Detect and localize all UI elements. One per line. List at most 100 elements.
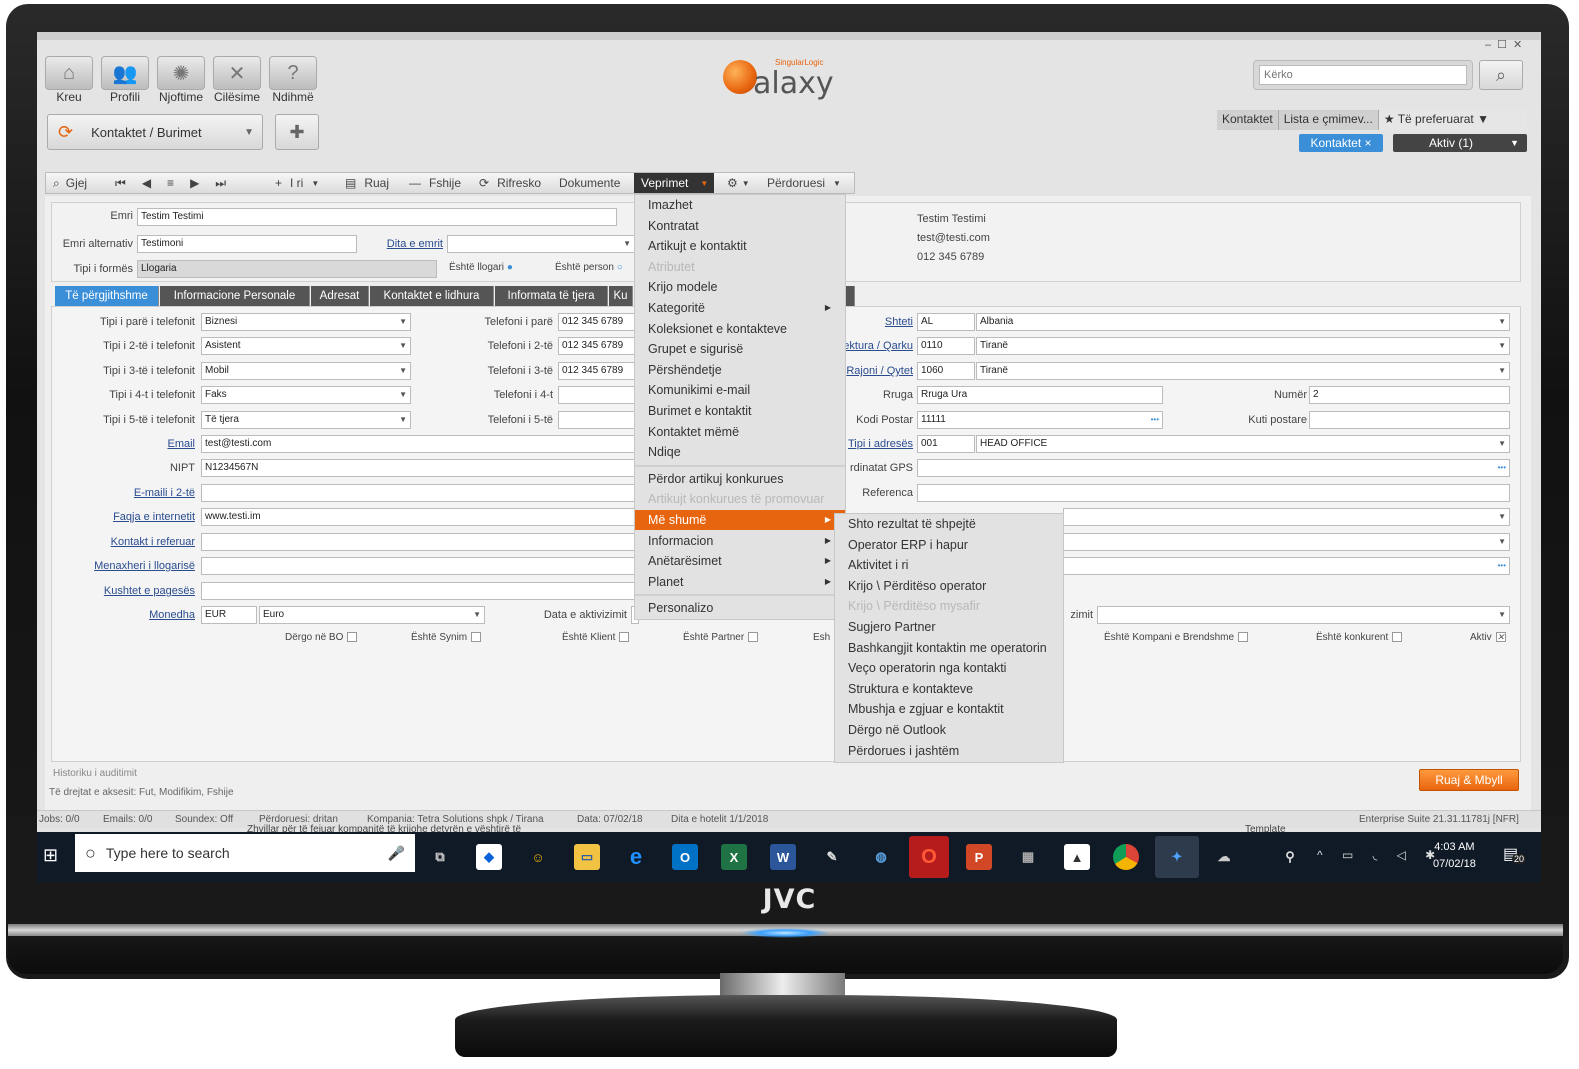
excel-icon[interactable]: X	[721, 844, 747, 870]
previous-record-icon[interactable]: ◀	[142, 176, 151, 190]
phone-type-2-select[interactable]: Asistent ▼	[201, 337, 411, 355]
save-close-button[interactable]: Ruaj & Mbyll	[1419, 769, 1519, 791]
menu-item-informacion[interactable]: Informacion ▶	[635, 531, 845, 551]
nameday-field[interactable]: ▼	[447, 235, 635, 253]
menu-item-imazhet[interactable]: Imazhet	[635, 195, 845, 215]
menu-item-artikujt-e-kontaktit[interactable]: Artikujt e kontaktit	[635, 236, 845, 256]
windows-start-icon[interactable]: ⊞	[43, 845, 65, 867]
active-checkbox[interactable]: Aktiv ✕	[1470, 632, 1506, 643]
paint-icon[interactable]: ✎	[819, 844, 845, 870]
save-button[interactable]: ▤ Ruaj	[345, 172, 389, 194]
find-button[interactable]: ⌕ Gjej	[53, 172, 87, 194]
reference-field[interactable]	[917, 484, 1510, 502]
number-field[interactable]: 2	[1309, 386, 1510, 404]
account-manager-label[interactable]: Menaxheri i llogarisë	[57, 560, 195, 572]
tab-general[interactable]: Të përgjithshme	[55, 286, 159, 306]
is-target-checkbox[interactable]: Është Synim	[411, 632, 482, 643]
dropbox-icon[interactable]: ◆	[476, 844, 502, 870]
powerpoint-icon[interactable]: P	[966, 844, 992, 870]
menu-item-bashkangjit-kontaktin-me-operatorin[interactable]: Bashkangjit kontaktin me operatorin	[835, 638, 1063, 658]
menu-item-krijo-modele[interactable]: Krijo modele	[635, 277, 845, 297]
menu-item-kategorite[interactable]: Kategoritë ▶	[635, 298, 845, 318]
app-icon[interactable]: ☺	[525, 844, 551, 870]
last-record-icon[interactable]: ⏭	[215, 176, 226, 191]
address-extra-3[interactable]: •••	[1063, 557, 1510, 575]
address-extra-1[interactable]: ▼	[1063, 508, 1510, 526]
country-code-field[interactable]: AL	[917, 313, 975, 331]
postal-code-field[interactable]: 11111 •••	[917, 411, 1163, 429]
is-partner-checkbox[interactable]: Është Partner	[683, 632, 759, 643]
opera-icon[interactable]: O	[909, 836, 949, 878]
currency-label[interactable]: Monedha	[57, 609, 195, 621]
menu-item-grupet-e-sigurise[interactable]: Grupet e sigurisë	[635, 339, 845, 359]
system-tray-icons[interactable]: ^ ▭ ◟ ◁ ✱	[1317, 848, 1443, 862]
plugin-button[interactable]: ✚	[275, 114, 319, 150]
nav-settings[interactable]: ✕ Cilësime	[213, 56, 261, 104]
active-windows-dropdown[interactable]: Aktiv (1) ▼	[1393, 134, 1527, 152]
menu-item-veco-operatorin-nga-kontakti[interactable]: Veço operatorin nga kontakti	[835, 658, 1063, 678]
clock[interactable]: 4:03 AM 07/02/18	[1433, 839, 1476, 873]
search-input[interactable]	[1259, 65, 1467, 85]
city-select[interactable]: Tiranë ▼	[976, 362, 1510, 380]
payment-terms-field[interactable]	[201, 582, 638, 600]
open-tab-contacts[interactable]: Kontaktet ×	[1299, 134, 1383, 152]
phone-type-4-select[interactable]: Faks ▼	[201, 386, 411, 404]
file-explorer-icon[interactable]: ▭	[574, 844, 600, 870]
menu-item-sugjero-partner[interactable]: Sugjero Partner	[835, 617, 1063, 637]
tab-addresses[interactable]: Adresat	[311, 286, 369, 306]
pobox-field[interactable]	[1309, 411, 1510, 429]
settings-app-icon[interactable]: ▦	[1015, 844, 1041, 870]
menu-item-me-shume[interactable]: Më shumë ▶	[635, 510, 845, 530]
name-field[interactable]: Testim Testimi	[137, 208, 617, 226]
user-dropdown[interactable]: Përdoruesi ▼	[767, 172, 841, 194]
refresh-button[interactable]: ⟳ Rifresko	[479, 172, 541, 194]
delete-button[interactable]: — Fshije	[409, 172, 461, 194]
settings-dropdown[interactable]: ⚙ ▼	[727, 172, 750, 194]
nav-notifications[interactable]: ✺ Njoftime	[157, 56, 205, 104]
people-icon[interactable]: ⚲	[1277, 844, 1303, 870]
tab-personal-info[interactable]: Informacione Personale	[160, 286, 310, 306]
deactivation-date-field[interactable]: ▼	[1097, 606, 1510, 624]
menu-item-perdor-artikuj-konkurues[interactable]: Përdor artikuj konkurues	[635, 469, 845, 489]
menu-item-aktivitet-i-ri[interactable]: Aktivitet i ri	[835, 555, 1063, 575]
quick-tab-favorites[interactable]: ★ Të preferuarat ▼	[1378, 110, 1527, 130]
search-button[interactable]: ⌕	[1479, 60, 1523, 90]
region-code-field[interactable]: 0110	[917, 337, 975, 355]
tab-more[interactable]: Ku	[609, 286, 633, 306]
nav-profile[interactable]: 👥 Profili	[101, 56, 149, 104]
menu-item-kontratat[interactable]: Kontratat	[635, 216, 845, 236]
phone-type-1-select[interactable]: Biznesi ▼	[201, 313, 411, 331]
menu-item-koleksionet-e-kontakteve[interactable]: Koleksionet e kontakteve	[635, 319, 845, 339]
quick-tab-contacts[interactable]: Kontaktet	[1217, 110, 1279, 130]
phone-3-field[interactable]: 012 345 6789	[558, 362, 638, 380]
city-code-field[interactable]: 1060	[917, 362, 975, 380]
gps-field[interactable]: •••	[917, 459, 1510, 477]
website-field[interactable]: www.testi.im	[201, 508, 638, 526]
country-label[interactable]: Shteti	[847, 316, 913, 328]
truncated-checkbox[interactable]: Esh	[813, 632, 830, 643]
window-controls[interactable]: –☐✕	[1485, 38, 1528, 51]
referred-contact-field[interactable]	[201, 533, 638, 551]
menu-item-anetaresimet[interactable]: Anëtarësimet ▶	[635, 551, 845, 571]
send-to-bo-checkbox[interactable]: Dërgo në BO	[285, 632, 358, 643]
country-select[interactable]: Albania ▼	[976, 313, 1510, 331]
tab-related-contacts[interactable]: Kontaktet e lidhura	[370, 286, 494, 306]
globe-icon[interactable]: ◍	[868, 844, 894, 870]
taskbar-search[interactable]: ○ Type here to search 🎤	[75, 834, 415, 872]
list-icon[interactable]: ≡	[167, 176, 174, 190]
other-app-icon[interactable]: ☁	[1211, 844, 1237, 870]
notifications-icon[interactable]: ▤ 20	[1503, 844, 1527, 864]
audit-history-link[interactable]: Historiku i auditimit	[53, 768, 137, 779]
tab-other-info[interactable]: Informata të tjera	[495, 286, 608, 306]
menu-item-dergo-ne-outlook[interactable]: Dërgo në Outlook	[835, 720, 1063, 740]
address-extra-2[interactable]: ▼	[1063, 533, 1510, 551]
next-record-icon[interactable]: ▶	[190, 176, 199, 190]
menu-item-shto-rezultat-te-shpejte[interactable]: Shto rezultat të shpejtë	[835, 514, 1063, 534]
first-record-icon[interactable]: ⏮	[115, 176, 126, 191]
menu-item-struktura-e-kontakteve[interactable]: Struktura e kontakteve	[835, 679, 1063, 699]
galaxy-app-icon[interactable]: ✦	[1155, 836, 1199, 878]
address-type-code-field[interactable]: 001	[917, 435, 975, 453]
address-type-select[interactable]: HEAD OFFICE ▼	[976, 435, 1510, 453]
documents-button[interactable]: Dokumente	[559, 172, 620, 194]
phone-4-field[interactable]	[558, 386, 638, 404]
